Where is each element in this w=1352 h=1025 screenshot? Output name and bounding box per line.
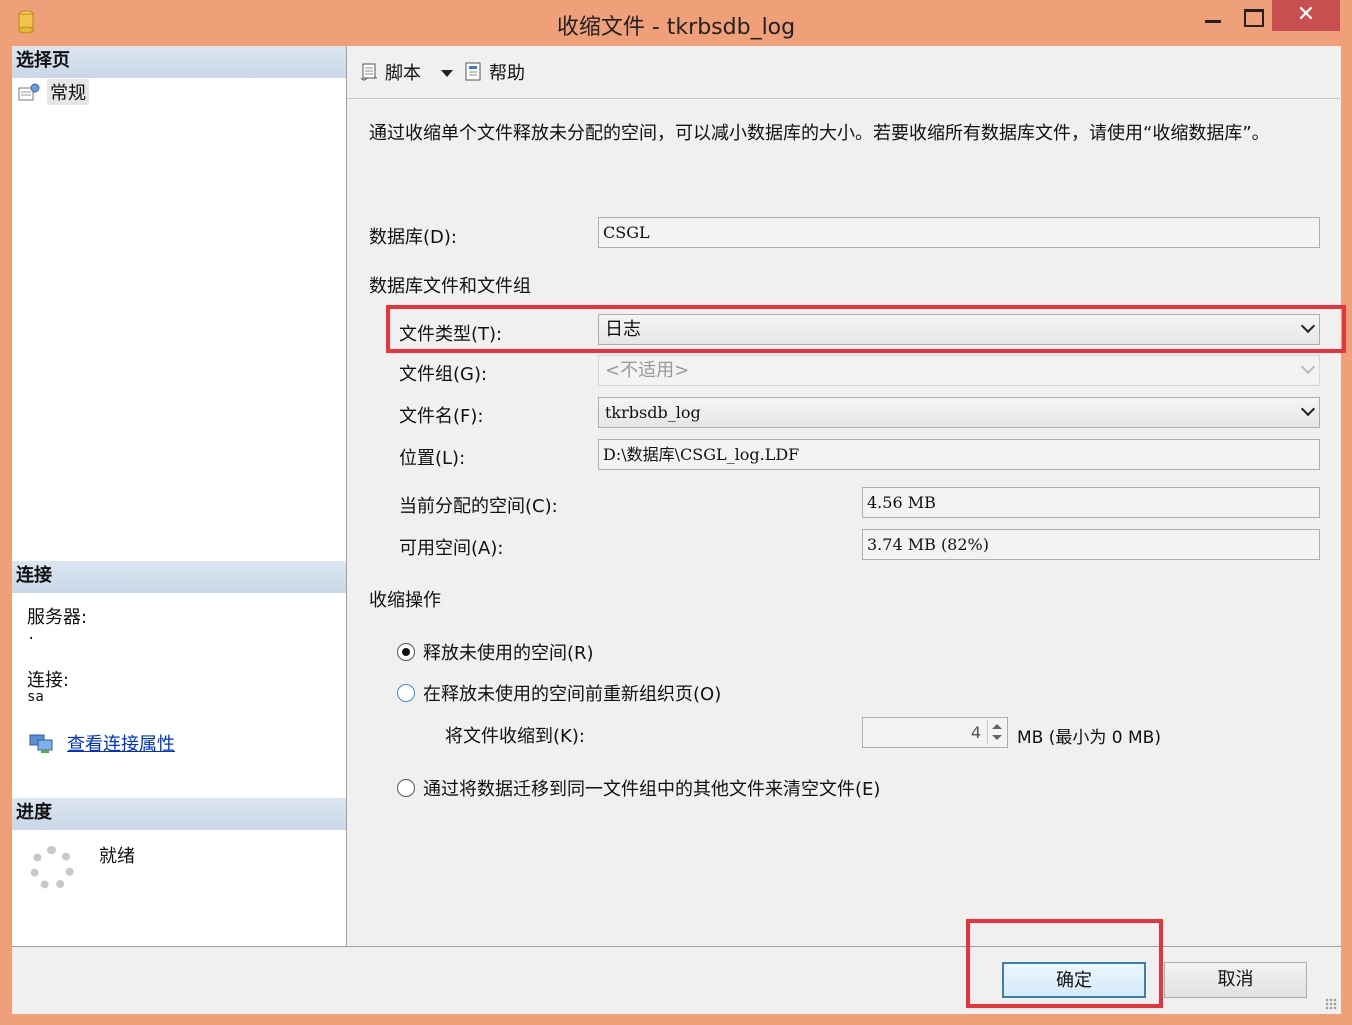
left-pane: 选择页 常规 连接 服务器: . 连接: sa 查看连接属性 进度 就绪 xyxy=(12,46,347,946)
shrink-to-unit: MB (最小为 0 MB) xyxy=(1017,728,1161,748)
page-item-label: 常规 xyxy=(47,79,89,105)
option-empty-file[interactable]: 通过将数据迁移到同一文件组中的其他文件来清空文件(E) xyxy=(397,775,880,801)
server-value: . xyxy=(27,627,36,643)
script-button[interactable]: 脚本 xyxy=(359,59,421,85)
right-pane: 脚本 帮助 通过收缩单个文件释放未分配的空间，可以减小数据库的大小。若要收缩所有… xyxy=(347,46,1341,946)
location-label: 位置(L): xyxy=(399,448,466,469)
stepper-down-icon[interactable] xyxy=(992,735,1002,740)
filegroup-label: 文件组(G): xyxy=(399,364,488,385)
shrink-to-stepper[interactable]: 4 xyxy=(862,717,1008,748)
view-connection-properties[interactable]: 查看连接属性 xyxy=(29,730,175,756)
view-connection-properties-link[interactable]: 查看连接属性 xyxy=(67,730,175,756)
shrink-action-label: 收缩操作 xyxy=(369,590,441,611)
database-label: 数据库(D): xyxy=(369,227,457,248)
location-field: D:\数据库\CSGL_log.LDF xyxy=(598,439,1320,470)
window-title: 收缩文件 - tkrbsdb_log xyxy=(556,15,796,40)
cancel-button[interactable]: 取消 xyxy=(1164,962,1307,998)
progress-status: 就绪 xyxy=(99,846,135,867)
script-dropdown-arrow-icon[interactable] xyxy=(441,70,453,77)
select-page-header: 选择页 xyxy=(12,46,346,78)
connection-value: sa xyxy=(27,689,44,705)
radio-button[interactable] xyxy=(397,643,415,661)
filename-label: 文件名(F): xyxy=(399,406,484,427)
script-label: 脚本 xyxy=(385,63,421,84)
maximize-button[interactable] xyxy=(1232,0,1272,32)
progress-spinner-icon xyxy=(30,846,74,890)
page-settings-icon xyxy=(18,83,40,101)
server-label: 服务器: xyxy=(27,607,88,628)
available-space-field: 3.74 MB (82%) xyxy=(862,529,1320,560)
allocated-space-label: 当前分配的空间(C): xyxy=(399,496,558,517)
radio-button[interactable] xyxy=(397,684,415,702)
title-bar: 收缩文件 - tkrbsdb_log ✕ xyxy=(0,0,1352,46)
resize-grip-icon[interactable] xyxy=(1325,998,1337,1010)
shrink-to-value: 4 xyxy=(970,723,981,742)
close-button[interactable]: ✕ xyxy=(1272,0,1340,31)
help-label: 帮助 xyxy=(489,63,525,84)
script-icon xyxy=(360,63,377,81)
available-space-label: 可用空间(A): xyxy=(399,538,504,559)
help-button[interactable]: 帮助 xyxy=(463,59,525,85)
option-release-unused[interactable]: 释放未使用的空间(R) xyxy=(397,639,594,665)
radio-button[interactable] xyxy=(397,779,415,797)
files-group-label: 数据库文件和文件组 xyxy=(369,276,531,297)
connection-header: 连接 xyxy=(12,561,346,593)
filegroup-select: <不适用> xyxy=(598,355,1320,386)
allocated-space-field: 4.56 MB xyxy=(862,487,1320,518)
filename-value: tkrbsdb_log xyxy=(605,403,701,422)
shrink-to-label: 将文件收缩到(K): xyxy=(445,726,585,747)
minimize-button[interactable] xyxy=(1193,0,1233,32)
filename-select[interactable]: tkrbsdb_log xyxy=(598,397,1320,428)
option-reorganize[interactable]: 在释放未使用的空间前重新组织页(O) xyxy=(397,680,721,706)
option-empty-label: 通过将数据迁移到同一文件组中的其他文件来清空文件(E) xyxy=(423,779,881,800)
option-reorganize-label: 在释放未使用的空间前重新组织页(O) xyxy=(423,684,722,705)
dialog-client: 选择页 常规 连接 服务器: . 连接: sa 查看连接属性 进度 就绪 脚本 … xyxy=(12,46,1341,1014)
toolbar: 脚本 帮助 xyxy=(347,46,1340,99)
help-icon xyxy=(465,62,481,81)
filegroup-value: <不适用> xyxy=(605,360,690,381)
stepper-arrows[interactable] xyxy=(987,720,1005,745)
stepper-up-icon[interactable] xyxy=(992,724,1002,729)
chevron-down-icon xyxy=(1300,359,1316,375)
progress-header: 进度 xyxy=(12,798,346,830)
chevron-down-icon xyxy=(1300,401,1316,417)
database-field: CSGL xyxy=(598,217,1320,248)
option-release-label: 释放未使用的空间(R) xyxy=(423,643,594,664)
highlight-ok-button xyxy=(966,919,1163,1008)
description-text: 通过收缩单个文件释放未分配的空间，可以减小数据库的大小。若要收缩所有数据库文件，… xyxy=(369,123,1270,144)
connection-properties-icon xyxy=(29,734,53,753)
page-item-general[interactable]: 常规 xyxy=(17,79,89,105)
highlight-file-type xyxy=(386,305,1346,353)
